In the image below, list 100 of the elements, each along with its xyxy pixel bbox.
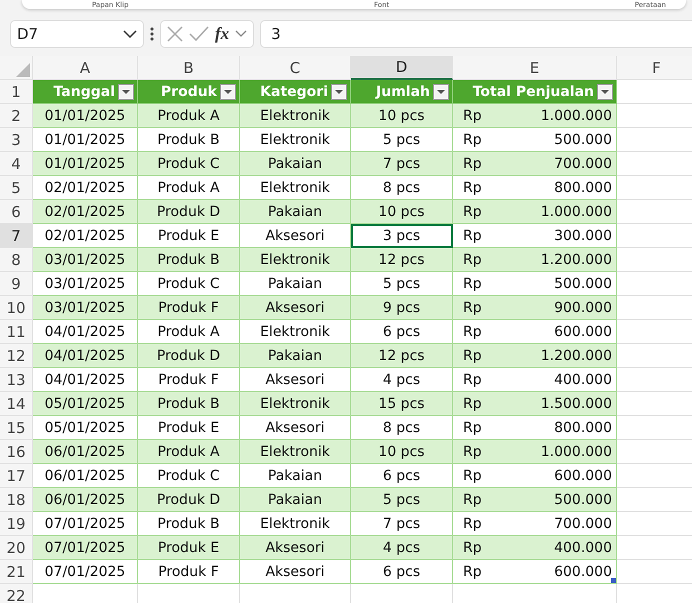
chevron-down-icon[interactable] [235,30,248,38]
row-header[interactable]: 19 [0,512,33,536]
currency-label: Rp [463,492,482,508]
insert-function-button[interactable]: fx [215,24,230,44]
currency-label: Rp [463,396,482,412]
row-header[interactable]: 7 [0,224,33,248]
checkmark-icon[interactable] [189,26,209,42]
row-header[interactable]: 21 [0,560,33,584]
row-header[interactable]: 3 [0,128,33,152]
table-cell: Produk A [138,104,240,128]
row-header[interactable]: 1 [0,80,33,104]
currency-label: Rp [463,156,482,172]
amount-value: 600.000 [554,468,612,484]
table-cell: 01/01/2025 [33,104,138,128]
amount-value: 700.000 [554,516,612,532]
filter-dropdown-icon[interactable] [118,84,134,100]
table-cell: Produk B [138,392,240,416]
currency-label: Rp [463,348,482,364]
table-cell: Produk D [138,344,240,368]
table-cell: Produk C [138,152,240,176]
amount-value: 300.000 [554,228,612,244]
currency-label: Rp [463,180,482,196]
table-cell: 12 pcs [351,248,453,272]
amount-value: 500.000 [554,492,612,508]
table-cell: Produk E [138,536,240,560]
table-cell: 05/01/2025 [33,392,138,416]
row-header[interactable]: 11 [0,320,33,344]
column-header[interactable]: F [617,56,692,80]
table-cell: Pakaian [240,344,351,368]
amount-value: 1.000.000 [540,108,612,124]
currency-label: Rp [463,252,482,268]
currency-label: Rp [463,420,482,436]
table-cell: 10 pcs [351,104,453,128]
table-cell: Produk F [138,560,240,584]
table-cell: 10 pcs [351,200,453,224]
row-header[interactable]: 16 [0,440,33,464]
column-header[interactable]: D [351,56,453,80]
row-header[interactable]: 22 [0,584,33,603]
amount-value: 400.000 [554,372,612,388]
currency-label: Rp [463,300,482,316]
amount-value: 1.000.000 [540,204,612,220]
row-header[interactable]: 15 [0,416,33,440]
row-header[interactable]: 20 [0,536,33,560]
row-header[interactable]: 2 [0,104,33,128]
table-cell: Pakaian [240,152,351,176]
filter-dropdown-icon[interactable] [220,84,236,100]
amount-value: 500.000 [554,132,612,148]
amount-value: 800.000 [554,180,612,196]
amount-value: 1.000.000 [540,444,612,460]
amount-value: 1.200.000 [540,252,612,268]
corner-triangle-icon [16,63,30,77]
table-cell: 03/01/2025 [33,296,138,320]
table-cell: Elektronik [240,248,351,272]
currency-label: Rp [463,564,482,580]
column-header[interactable]: B [138,56,240,80]
amount-value: 800.000 [554,420,612,436]
table-resize-handle[interactable] [611,578,616,583]
currency-label: Rp [463,228,482,244]
table-header-cell: Jumlah [351,80,453,104]
more-options-icon[interactable] [150,27,154,41]
currency-label: Rp [463,540,482,556]
row-header[interactable]: 9 [0,272,33,296]
currency-label: Rp [463,276,482,292]
row-header[interactable]: 18 [0,488,33,512]
row-header[interactable]: 12 [0,344,33,368]
table-cell: 01/01/2025 [33,152,138,176]
row-header[interactable]: 17 [0,464,33,488]
column-header[interactable]: A [33,56,138,80]
filter-dropdown-icon[interactable] [331,84,347,100]
row-header[interactable]: 10 [0,296,33,320]
table-cell: 07/01/2025 [33,536,138,560]
row-header[interactable]: 13 [0,368,33,392]
table-cell: Aksesori [240,296,351,320]
filter-dropdown-icon[interactable] [433,84,449,100]
table-cell: Produk F [138,296,240,320]
column-header[interactable]: E [453,56,617,80]
row-header[interactable]: 14 [0,392,33,416]
currency-label: Rp [463,108,482,124]
amount-value: 1.200.000 [540,348,612,364]
formula-input-field[interactable]: 3 [260,20,692,48]
currency-label: Rp [463,204,482,220]
currency-label: Rp [463,132,482,148]
row-header[interactable]: 5 [0,176,33,200]
table-cell: Elektronik [240,104,351,128]
table-header-cell: Total Penjualan [453,80,617,104]
amount-value: 600.000 [554,324,612,340]
table-cell: Elektronik [240,440,351,464]
table-cell: Pakaian [240,488,351,512]
row-header[interactable]: 6 [0,200,33,224]
column-header[interactable]: C [240,56,351,80]
table-cell: 4 pcs [351,536,453,560]
amount-value: 500.000 [554,276,612,292]
table-cell: 9 pcs [351,296,453,320]
row-header[interactable]: 4 [0,152,33,176]
row-header[interactable]: 8 [0,248,33,272]
amount-value: 700.000 [554,156,612,172]
name-box[interactable]: D7 [10,20,144,48]
filter-dropdown-icon[interactable] [597,84,613,100]
table-cell: 12 pcs [351,344,453,368]
table-cell: 6 pcs [351,560,453,584]
